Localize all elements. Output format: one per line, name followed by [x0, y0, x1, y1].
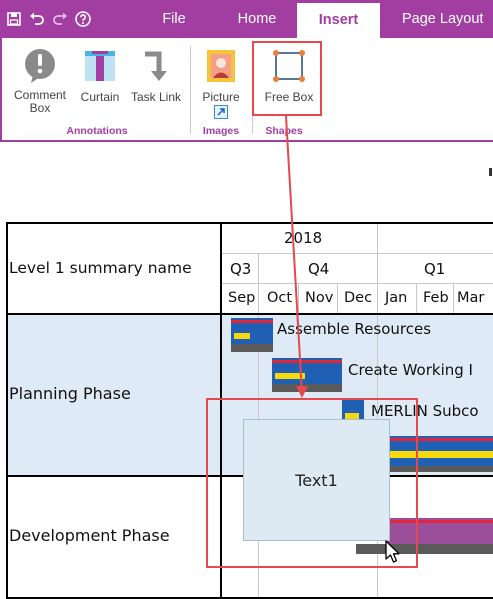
- quick-access-toolbar: [6, 9, 91, 29]
- month-label: Dec: [344, 290, 373, 306]
- month-label: Mar: [457, 290, 485, 306]
- year-label: 2018: [284, 229, 323, 247]
- curtain-label: Curtain: [80, 90, 120, 104]
- month-label: Feb: [423, 290, 449, 306]
- comment-icon: [22, 48, 58, 84]
- task-bar-create[interactable]: [272, 358, 342, 397]
- tab-insert[interactable]: Insert: [297, 0, 380, 38]
- task-label-create: Create Working I: [348, 361, 473, 379]
- month-label: Sep: [228, 290, 256, 306]
- tab-page-layout[interactable]: Page Layout: [392, 0, 493, 38]
- redo-icon[interactable]: [52, 11, 68, 27]
- curtain-button[interactable]: Curtain: [75, 46, 125, 104]
- picture-button[interactable]: Picture: [198, 46, 244, 119]
- images-group-label: Images: [202, 125, 240, 137]
- group-divider: [190, 46, 191, 134]
- quarter-label: Q3: [230, 260, 252, 278]
- grid-line: [337, 283, 338, 314]
- save-icon[interactable]: [6, 11, 22, 27]
- task-link-button[interactable]: Task Link: [129, 46, 183, 104]
- undo-icon[interactable]: [29, 11, 45, 27]
- comment-box-button[interactable]: Comment Box: [11, 46, 69, 114]
- task-link-icon: [138, 48, 174, 84]
- comment-box-label-2: Box: [29, 101, 51, 115]
- curtain-icon: [82, 48, 118, 84]
- comment-box-label-1: Comment: [13, 88, 66, 102]
- picture-label: Picture: [202, 90, 240, 104]
- grid-line: [453, 283, 454, 314]
- ribbon-tab-bar: File Home Insert Page Layout: [0, 0, 493, 38]
- grid-line: [221, 253, 493, 254]
- grid-line: [416, 283, 417, 314]
- picture-icon: [203, 48, 239, 84]
- phase-name-development[interactable]: Development Phase: [9, 526, 170, 545]
- month-label: Oct: [267, 290, 293, 306]
- quarter-label: Q1: [424, 260, 446, 278]
- table-border-top: [6, 222, 493, 224]
- phase-name-planning[interactable]: Planning Phase: [9, 384, 131, 403]
- ruler-tick: [489, 168, 492, 176]
- task-link-label: Task Link: [130, 90, 182, 104]
- tab-home[interactable]: Home: [224, 0, 290, 38]
- callout-highlight-free-box-shape: [206, 398, 418, 568]
- grid-line: [298, 283, 299, 314]
- help-icon[interactable]: [75, 11, 91, 27]
- month-label: Jan: [385, 290, 408, 306]
- month-label: Nov: [305, 290, 334, 306]
- task-bar-assemble[interactable]: [231, 318, 273, 357]
- picture-dropdown-icon[interactable]: [214, 105, 228, 119]
- table-border-left: [6, 222, 8, 599]
- task-label-assemble: Assemble Resources: [277, 320, 432, 338]
- shapes-group-label: Shapes: [265, 125, 303, 137]
- row-label-header: Level 1 summary name: [9, 259, 192, 277]
- tab-file[interactable]: File: [146, 0, 202, 38]
- quarter-label: Q4: [308, 260, 330, 278]
- ribbon-panel: Comment Box Curtain Task Link Annotation…: [0, 38, 493, 142]
- callout-highlight-free-box-button: [252, 41, 322, 116]
- header-divider: [6, 313, 493, 315]
- annotations-group-label: Annotations: [66, 125, 128, 137]
